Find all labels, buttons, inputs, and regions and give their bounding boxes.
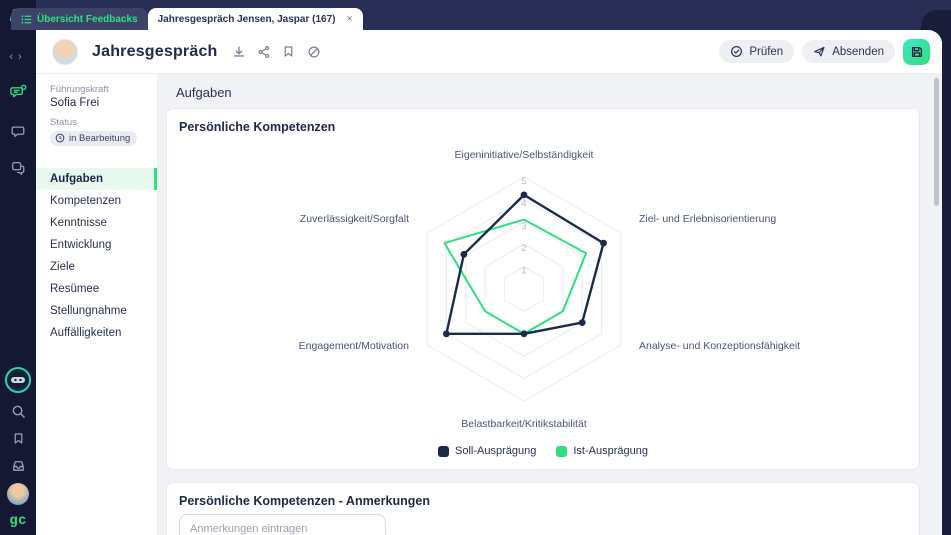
kompetenzen-card: Persönliche Kompetenzen 1 2 3 4 5 Eigeninitia…: [166, 108, 920, 470]
bookmarks-icon[interactable]: [9, 429, 27, 447]
tab-uebersicht-feedbacks[interactable]: Übersicht Feedbacks: [11, 8, 148, 30]
status-value: in Bearbeitung: [69, 133, 130, 144]
assistant-bot-avatar[interactable]: [5, 367, 31, 393]
tab-label: Jahresgespräch Jensen, Jaspar (167): [158, 14, 336, 25]
app-window: Jahresgespräch Prüfen: [0, 0, 951, 535]
sidebar-item-kenntnisse[interactable]: Kenntnisse: [36, 212, 157, 234]
legend-item-soll[interactable]: Soll-Ausprägung: [438, 445, 536, 457]
clock-icon: [55, 133, 65, 143]
anmerkungen-card-title: Persönliche Kompetenzen - Anmerkungen: [179, 494, 430, 508]
soll-swatch: [438, 446, 449, 457]
app-rail: ‹› gc: [0, 0, 36, 535]
search-icon[interactable]: [9, 402, 27, 420]
sidebar-item-entwicklung[interactable]: Entwicklung: [36, 234, 157, 256]
inbox-icon[interactable]: [9, 456, 27, 474]
radar-axis-label: Eigeninitiative/Selbständigkeit: [455, 149, 594, 161]
absenden-button[interactable]: Absenden: [802, 40, 895, 63]
window-header: Jahresgespräch Prüfen: [36, 30, 942, 74]
tab-close-icon[interactable]: ×: [347, 13, 353, 25]
soll-label: Soll-Ausprägung: [455, 445, 536, 457]
pruefen-button[interactable]: Prüfen: [719, 40, 794, 63]
list-icon: [21, 14, 32, 25]
status-badge: in Bearbeitung: [50, 131, 137, 146]
tab-label: Übersicht Feedbacks: [37, 14, 138, 25]
svg-text:2: 2: [521, 243, 526, 253]
svg-text:1: 1: [521, 266, 526, 276]
user-avatar[interactable]: [7, 483, 29, 505]
scrollbar-thumb[interactable]: [934, 78, 939, 206]
sidebar-item-stellungnahme[interactable]: Stellungnahme: [36, 300, 157, 322]
chart-legend: Soll-Ausprägung Ist-Ausprägung: [167, 445, 919, 457]
forward-icon[interactable]: ›: [18, 51, 27, 63]
section-nav: Aufgaben Kompetenzen Kenntnisse Entwickl…: [36, 168, 157, 344]
status-label: Status: [50, 117, 149, 128]
page-title: Jahresgespräch: [92, 43, 218, 61]
main-content: Aufgaben Persönliche Kompetenzen 1 2 3 4 5 Ei…: [158, 74, 942, 535]
fuehrungskraft-name: Sofia Frei: [50, 97, 149, 109]
sidebar-item-ziele[interactable]: Ziele: [36, 256, 157, 278]
anmerkungen-input[interactable]: [179, 514, 386, 535]
radar-axis-label: Engagement/Motivation: [299, 340, 409, 352]
kompetenzen-card-title: Persönliche Kompetenzen: [179, 120, 335, 134]
radar-axis-label: Ziel- und Erlebnisorientierung: [639, 213, 776, 225]
sidebar-item-kompetenzen[interactable]: Kompetenzen: [36, 190, 157, 212]
tab-jahresgespraech[interactable]: Jahresgespräch Jensen, Jaspar (167) ×: [148, 8, 363, 30]
section-title: Aufgaben: [176, 85, 232, 100]
back-icon[interactable]: ‹: [9, 51, 18, 63]
radar-chart: 1 2 3 4 5 Eigeninitiative/Selbständigkeit Ziel…: [167, 109, 921, 471]
feedback-settings-icon[interactable]: [9, 83, 27, 101]
radar-axis-label: Zuverlässigkeit/Sorgfalt: [300, 213, 409, 225]
download-icon[interactable]: [230, 43, 248, 61]
anonymize-icon[interactable]: [305, 43, 323, 61]
svg-text:3: 3: [521, 221, 526, 231]
anmerkungen-card: Persönliche Kompetenzen - Anmerkungen: [166, 482, 920, 535]
radar-axis-label: Belastbarkeit/Kritikstabilität: [461, 418, 587, 430]
save-button[interactable]: [903, 39, 930, 65]
sidebar-item-aufgaben[interactable]: Aufgaben: [36, 168, 157, 190]
record-sidebar: Führungskraft Sofia Frei Status in Bearb…: [36, 74, 158, 535]
svg-text:5: 5: [521, 176, 526, 186]
gc-logo: gc: [10, 512, 27, 527]
radar-axis-label: Analyse- und Konzeptionsfähigkeit: [639, 340, 800, 352]
fuehrungskraft-label: Führungskraft: [50, 84, 149, 95]
sidebar-item-resuemee[interactable]: Resümee: [36, 278, 157, 300]
legend-item-ist[interactable]: Ist-Ausprägung: [556, 445, 648, 457]
bookmark-icon[interactable]: [280, 43, 298, 61]
absenden-label: Absenden: [832, 46, 884, 58]
chat-icon[interactable]: [9, 123, 27, 141]
ist-swatch: [556, 446, 567, 457]
sidebar-item-auffaelligkeiten[interactable]: Auffälligkeiten: [36, 322, 157, 344]
ist-label: Ist-Ausprägung: [573, 445, 648, 457]
conversations-icon[interactable]: [9, 159, 27, 177]
pruefen-label: Prüfen: [749, 46, 783, 58]
share-icon[interactable]: [255, 43, 273, 61]
tab-bar: Übersicht Feedbacks Jahresgespräch Jense…: [11, 8, 363, 30]
feedback-window: Jahresgespräch Prüfen: [36, 30, 942, 535]
history-nav: ‹›: [9, 51, 26, 63]
svg-text:4: 4: [521, 198, 526, 208]
employee-avatar: [52, 39, 78, 65]
